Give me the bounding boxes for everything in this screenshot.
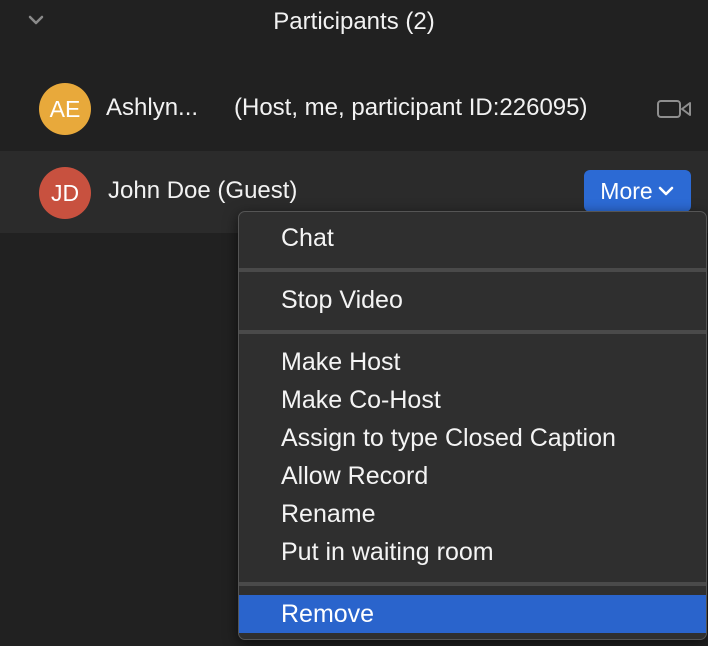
participant-name: Ashlyn...	[106, 94, 199, 121]
more-button[interactable]: More	[584, 170, 691, 212]
menu-item-stop-video[interactable]: Stop Video	[239, 281, 706, 319]
menu-separator	[239, 330, 706, 334]
menu-separator	[239, 582, 706, 586]
more-button-label: More	[600, 177, 653, 204]
menu-item-put-in-waiting-room[interactable]: Put in waiting room	[239, 533, 706, 571]
video-camera-icon[interactable]	[656, 97, 692, 121]
avatar: JD	[39, 167, 91, 219]
participants-header: Participants (2)	[0, 0, 708, 50]
participant-context-menu: Chat Stop Video Make Host Make Co-Host A…	[238, 211, 707, 640]
menu-item-allow-record[interactable]: Allow Record	[239, 457, 706, 495]
avatar: AE	[39, 83, 91, 135]
participant-name: John Doe (Guest)	[108, 177, 298, 204]
page-title: Participants (2)	[273, 8, 435, 35]
menu-item-assign-closed-caption[interactable]: Assign to type Closed Caption	[239, 419, 706, 457]
menu-item-rename[interactable]: Rename	[239, 495, 706, 533]
chevron-down-icon	[658, 186, 674, 196]
participant-row-host[interactable]: AE Ashlyn... (Host, me, participant ID:2…	[0, 69, 708, 149]
menu-item-remove[interactable]: Remove	[239, 595, 706, 633]
menu-separator	[239, 268, 706, 272]
menu-item-make-co-host[interactable]: Make Co-Host	[239, 381, 706, 419]
menu-item-chat[interactable]: Chat	[239, 219, 706, 257]
participant-role: (Host, me, participant ID:226095)	[234, 94, 588, 121]
menu-item-make-host[interactable]: Make Host	[239, 343, 706, 381]
